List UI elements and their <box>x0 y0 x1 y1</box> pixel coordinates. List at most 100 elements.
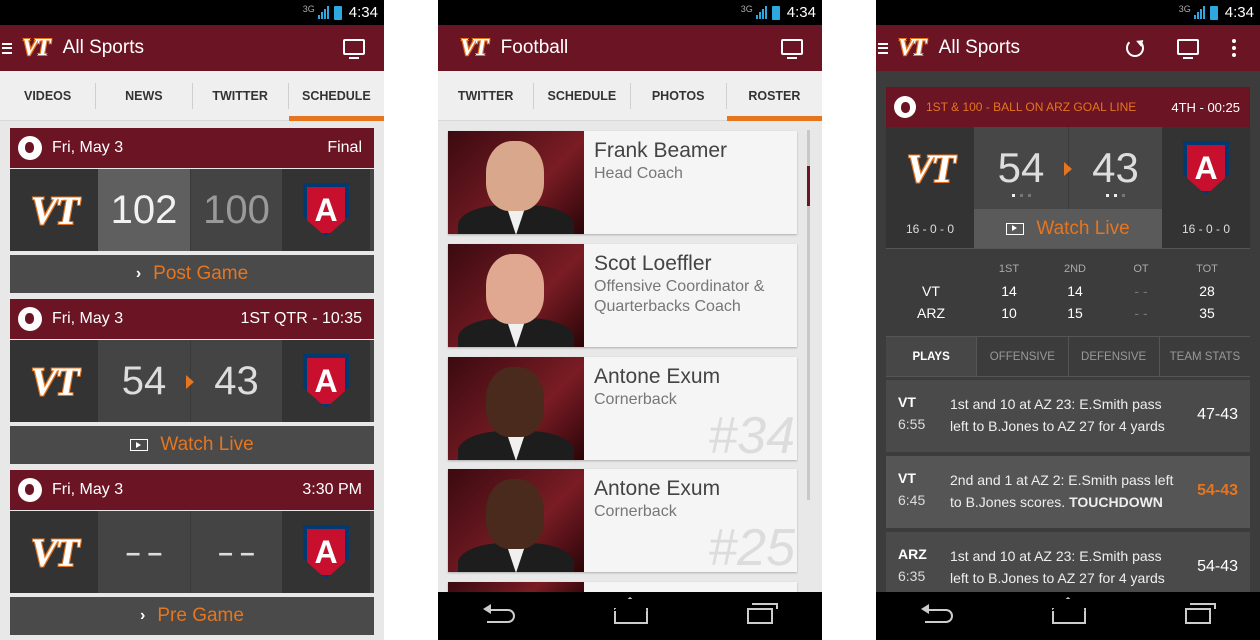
signal-icon <box>317 6 329 19</box>
post-game-button[interactable]: › Post Game <box>10 255 374 293</box>
scrollbar-thumb[interactable] <box>807 166 810 206</box>
team-abbr: VT <box>922 283 940 299</box>
away-record: 16 - 0 - 0 <box>1181 221 1231 236</box>
game-card[interactable]: Fri, May 3 Final VT 102 100 A › Post Gam… <box>10 128 374 293</box>
game-card[interactable]: Fri, May 3 1ST QTR - 10:35 VT 54 43 A Wa… <box>10 299 374 464</box>
tab-photos[interactable]: PHOTOS <box>631 82 727 109</box>
col-ot: OT <box>1133 263 1149 275</box>
game-card[interactable]: Fri, May 3 3:30 PM VT – – – – A › Pre Ga… <box>10 470 374 635</box>
line-score-row: VT 14 14 - - 28 <box>886 280 1250 302</box>
tab-schedule[interactable]: SCHEDULE <box>534 82 631 109</box>
tab-videos[interactable]: VIDEOS <box>0 82 97 109</box>
cast-tv-icon[interactable] <box>343 39 365 59</box>
cast-tv-icon[interactable] <box>781 39 803 59</box>
cast-tv-icon[interactable] <box>1177 39 1199 59</box>
menu-icon[interactable] <box>2 42 12 54</box>
watch-live-button[interactable]: Watch Live <box>974 209 1162 248</box>
play-score: 54-43 <box>1197 482 1238 499</box>
home-team[interactable]: VT <box>886 127 974 209</box>
post-game-label: Post Game <box>153 263 249 284</box>
game-clock: 4TH - 00:25 <box>1171 99 1240 115</box>
tab-twitter[interactable]: TWITTER <box>438 82 535 109</box>
pager-dots <box>1106 194 1125 197</box>
menu-icon[interactable] <box>878 42 888 54</box>
home-icon[interactable] <box>1051 608 1086 624</box>
basketball-icon <box>18 307 42 331</box>
schedule-screen: 3G 4:34 VT All Sports VIDEOS NEWS TWITTE… <box>0 0 384 640</box>
network-type: 3G <box>302 4 315 14</box>
line-score-row: ARZ 10 15 - - 35 <box>886 302 1250 324</box>
basketball-icon <box>18 478 42 502</box>
player-photo <box>448 244 584 347</box>
away-score: 43 <box>190 340 282 422</box>
status-bar: 3G 4:34 <box>0 0 384 25</box>
tab-schedule[interactable]: SCHEDULE <box>288 83 384 121</box>
tab-offensive[interactable]: OFFENSIVE <box>976 337 1067 376</box>
score-cell: 10 <box>1001 305 1017 321</box>
score-cell: - - <box>1134 305 1148 321</box>
home-team: VT <box>10 511 98 593</box>
score-cell: 14 <box>1067 283 1083 299</box>
vt-logo[interactable]: VT <box>898 35 927 62</box>
roster-item[interactable]: Antone Exum Cornerback #34 <box>448 357 797 460</box>
home-score: 102 <box>98 169 190 251</box>
leading-arrow-icon <box>186 375 194 389</box>
away-score: 43 <box>1068 127 1162 209</box>
roster-item[interactable]: Scot Loeffler Offensive Coordinator & Qu… <box>448 244 797 347</box>
player-role: Head Coach <box>594 165 683 182</box>
game-date: Fri, May 3 <box>52 481 124 498</box>
touchdown-label: TOUCHDOWN <box>1069 494 1163 510</box>
leading-arrow-icon <box>1064 162 1072 176</box>
line-score: 1ST 2ND OT TOT VT 14 14 - - 28 ARZ 10 15… <box>886 248 1250 336</box>
play-description: 2nd and 1 at AZ 2: E.Smith pass left to … <box>950 469 1174 513</box>
player-photo <box>448 357 584 460</box>
tab-team-stats[interactable]: TEAM STATS <box>1158 337 1250 376</box>
refresh-icon[interactable] <box>1126 39 1144 57</box>
pre-game-button[interactable]: › Pre Game <box>10 597 374 635</box>
away-team: A <box>282 340 370 422</box>
system-nav-bar <box>876 592 1260 640</box>
tab-defensive[interactable]: DEFENSIVE <box>1067 337 1159 376</box>
page-title[interactable]: Football <box>501 37 569 59</box>
tab-news[interactable]: NEWS <box>96 82 193 109</box>
stats-tab-bar: PLAYS OFFENSIVE DEFENSIVE TEAM STATS <box>886 336 1250 377</box>
home-icon[interactable] <box>613 608 648 624</box>
roster-item[interactable]: Frank Beamer Head Coach <box>448 131 797 234</box>
tab-roster[interactable]: ROSTER <box>726 83 822 121</box>
arizona-logo: A <box>303 183 349 237</box>
play-item[interactable]: VT 6:45 2nd and 1 at AZ 2: E.Smith pass … <box>886 456 1250 528</box>
vt-logo[interactable]: VT <box>460 35 489 62</box>
tab-plays[interactable]: PLAYS <box>886 337 977 376</box>
watch-live-button[interactable]: Watch Live <box>10 426 374 464</box>
back-icon[interactable] <box>483 604 516 623</box>
score-row: VT 54 43 A <box>10 340 374 422</box>
home-score-value: 54 <box>121 358 167 403</box>
overflow-menu-icon[interactable] <box>1232 39 1236 57</box>
away-score: 100 <box>190 169 282 251</box>
recent-apps-icon[interactable] <box>746 603 778 624</box>
vt-logo[interactable]: VT <box>22 35 51 62</box>
recent-apps-icon[interactable] <box>1184 603 1216 624</box>
home-score-value: 54 <box>997 144 1045 191</box>
home-team: VT <box>10 169 98 251</box>
system-nav-bar <box>438 592 822 640</box>
record-row: 16 - 0 - 0 Watch Live 16 - 0 - 0 <box>886 209 1250 248</box>
play-item[interactable]: VT 6:55 1st and 10 at AZ 23: E.Smith pas… <box>886 380 1250 452</box>
roster-item[interactable]: Antone Exum Cornerback #25 <box>448 469 797 572</box>
away-score: – – <box>190 511 282 593</box>
back-icon[interactable] <box>921 604 954 623</box>
play-score: 54-43 <box>1197 558 1238 575</box>
page-title[interactable]: All Sports <box>63 37 144 59</box>
away-team[interactable]: A <box>1162 127 1250 209</box>
battery-icon <box>1209 5 1218 20</box>
jersey-number: #34 <box>708 407 795 460</box>
clock: 4:34 <box>786 4 816 21</box>
arizona-logo: A <box>303 525 349 579</box>
home-score: – – <box>98 511 190 593</box>
basketball-icon <box>894 96 916 118</box>
clock: 4:34 <box>348 4 378 21</box>
pre-game-label: Pre Game <box>157 605 244 626</box>
page-title[interactable]: All Sports <box>939 37 1020 59</box>
tab-twitter[interactable]: TWITTER <box>193 82 289 109</box>
game-header: Fri, May 3 1ST QTR - 10:35 <box>10 299 374 339</box>
